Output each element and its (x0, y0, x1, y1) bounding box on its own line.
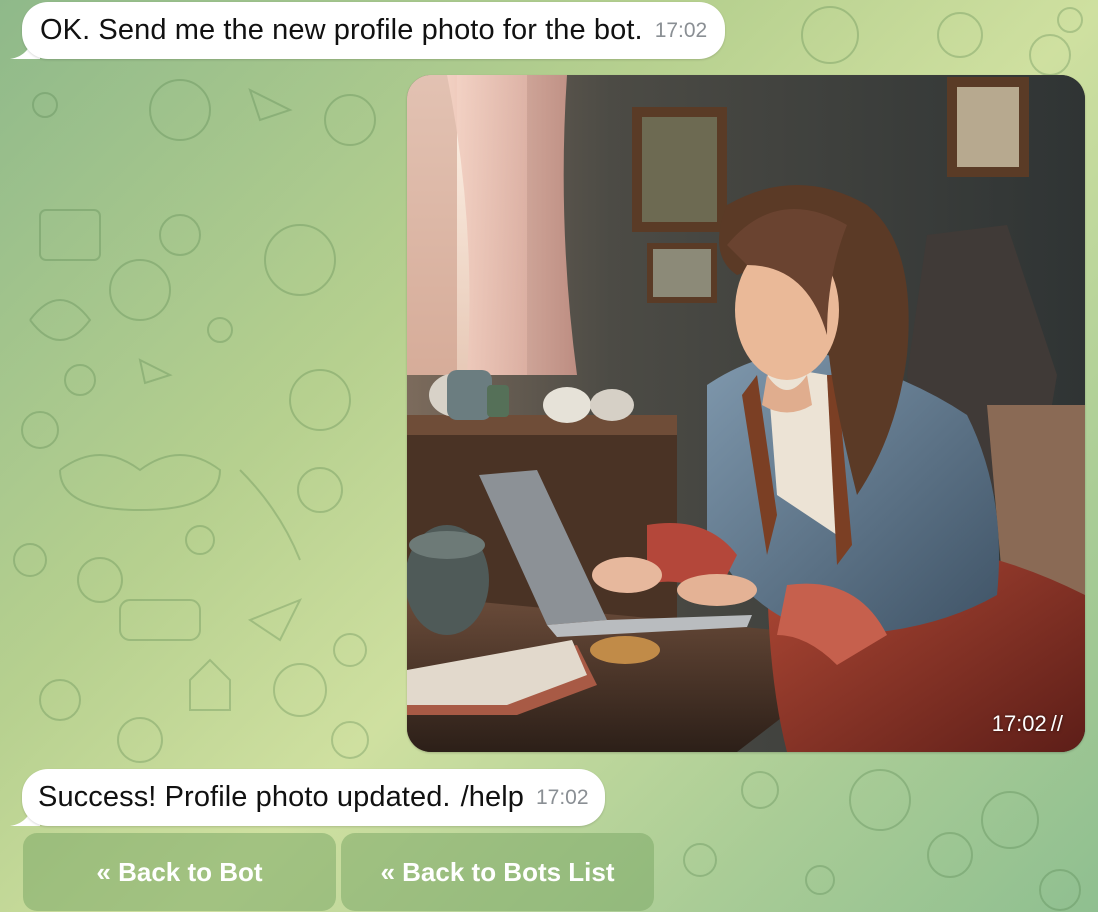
help-command-link[interactable]: /help (461, 781, 524, 814)
double-check-icon: // (1050, 711, 1063, 736)
button-label: « Back to Bot (96, 856, 263, 887)
message-text: OK. Send me the new profile photo for th… (40, 14, 643, 46)
back-to-bots-list-button[interactable]: « Back to Bots List (341, 833, 654, 911)
profile-photo-image (407, 75, 1085, 752)
button-label: « Back to Bots List (380, 856, 615, 887)
message-time: 17:02 (991, 711, 1047, 736)
incoming-message[interactable]: Success! Profile photo updated. /help 17… (22, 769, 605, 826)
outgoing-photo-message[interactable]: 17:02 // (407, 75, 1085, 752)
message-text: Success! Profile photo updated. (38, 781, 451, 813)
message-time: 17:02 (535, 785, 589, 809)
incoming-message[interactable]: OK. Send me the new profile photo for th… (22, 2, 726, 59)
photo-time-badge: 17:02 // (982, 708, 1071, 740)
back-to-bot-button[interactable]: « Back to Bot (23, 833, 336, 911)
message-time: 17:02 (654, 18, 708, 42)
